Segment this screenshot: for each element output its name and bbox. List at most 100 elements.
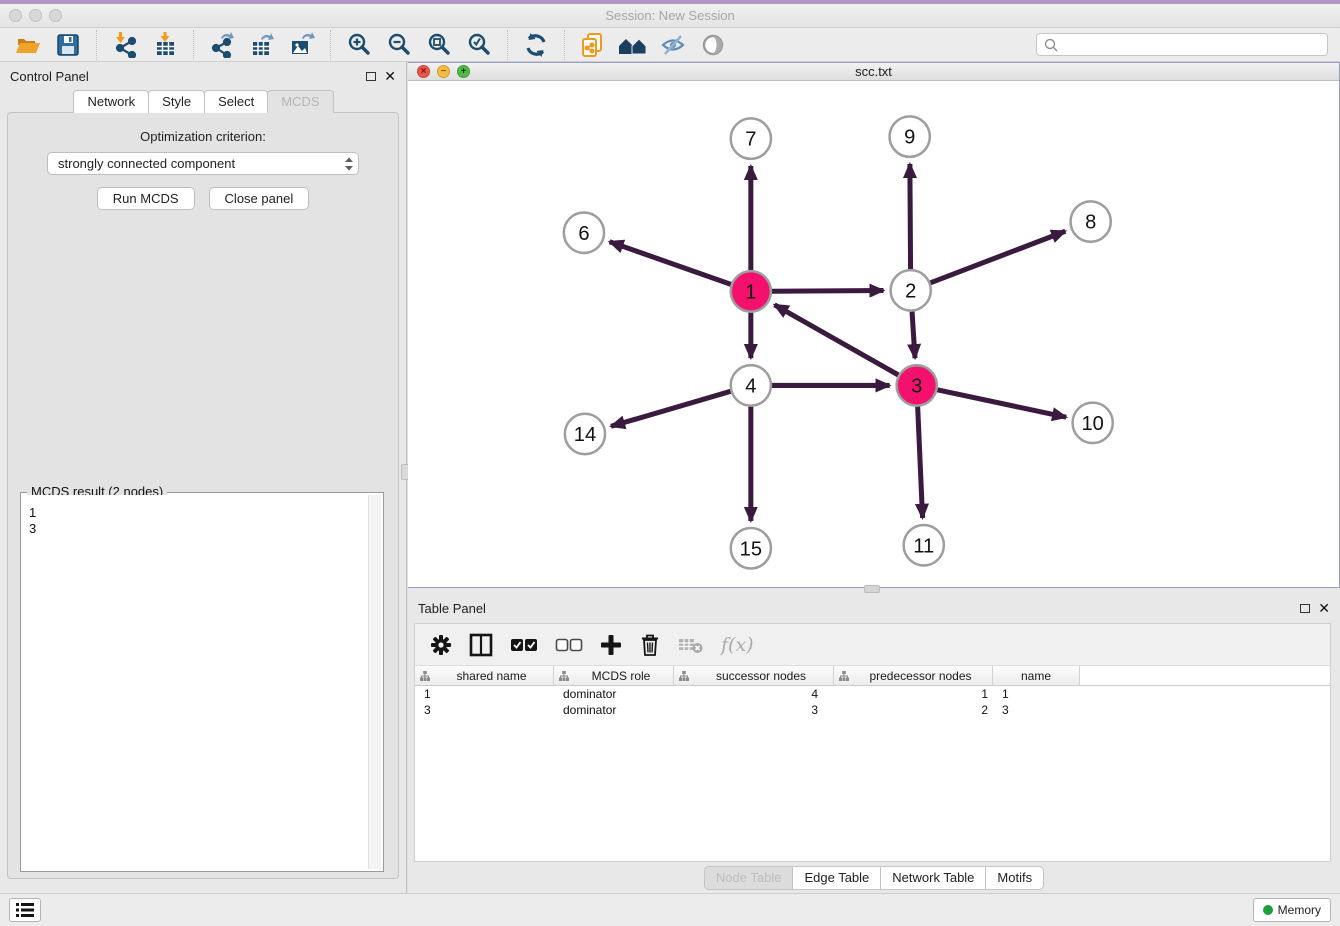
tab-motifs[interactable]: Motifs	[986, 866, 1044, 890]
table-row-2[interactable]: 3dominator323	[415, 702, 1330, 718]
tab-network[interactable]: Network	[73, 90, 149, 113]
mcds-tab-content: Optimization criterion: strongly connect…	[7, 112, 399, 879]
cell-MCDS-role[interactable]: dominator	[554, 686, 674, 702]
zoom-in-button[interactable]	[344, 30, 374, 60]
save-session-button[interactable]	[53, 30, 83, 60]
tab-style[interactable]: Style	[148, 90, 205, 113]
cell-shared-name[interactable]: 3	[415, 702, 554, 718]
close-control-panel-icon[interactable]: ✕	[384, 71, 396, 81]
select-all-columns-button[interactable]	[507, 630, 541, 660]
zoom-fit-button[interactable]	[424, 30, 454, 60]
graph-node-label-15: 15	[740, 539, 762, 561]
search-box	[1036, 33, 1328, 56]
float-table-panel-icon[interactable]	[1300, 604, 1310, 613]
network-window-titlebar[interactable]: × − + scc.txt	[408, 63, 1339, 81]
control-panel-title: Control Panel	[10, 69, 89, 84]
column-header-successor-nodes[interactable]: successor nodes	[674, 666, 834, 685]
graph-edge-4-14[interactable]	[611, 392, 731, 427]
table-settings-button[interactable]	[427, 630, 455, 660]
table-toolbar: f(x)	[415, 624, 1330, 666]
toolbar-separator	[507, 30, 508, 60]
zoom-out-icon	[386, 32, 412, 58]
zoom-selected-button[interactable]	[464, 30, 494, 60]
column-side-panel-button[interactable]	[466, 630, 496, 660]
table-row-1[interactable]: 1dominator411	[415, 686, 1330, 702]
graph-edge-3-1[interactable]	[774, 305, 898, 375]
column-header-MCDS-role[interactable]: MCDS role	[554, 666, 674, 685]
cell-successor-nodes[interactable]: 3	[674, 702, 834, 718]
cell-name[interactable]: 3	[993, 702, 1080, 718]
graph-edge-2-8[interactable]	[930, 232, 1065, 284]
graph-edge-2-3[interactable]	[912, 312, 915, 359]
graph-edge-2-9[interactable]	[910, 164, 911, 269]
add-column-button[interactable]	[597, 630, 625, 660]
optimization-criterion-label: Optimization criterion:	[14, 129, 392, 144]
control-panel-tabs: Network Style Select MCDS	[0, 90, 406, 113]
cell-successor-nodes[interactable]: 4	[674, 686, 834, 702]
apply-layout-button[interactable]	[521, 30, 551, 60]
hide-graphics-details-button[interactable]	[658, 30, 688, 60]
column-header-predecessor-nodes[interactable]: predecessor nodes	[834, 666, 993, 685]
show-graphics-details-button[interactable]	[698, 30, 728, 60]
cell-MCDS-role[interactable]: dominator	[554, 702, 674, 718]
delete-column-button[interactable]	[636, 630, 664, 660]
cell-shared-name[interactable]: 1	[415, 686, 554, 702]
result-scrollbar[interactable]	[368, 495, 381, 869]
export-network-icon	[209, 32, 235, 58]
search-input[interactable]	[1059, 34, 1327, 55]
export-network-button[interactable]	[207, 30, 237, 60]
memory-button[interactable]: Memory	[1253, 898, 1331, 922]
import-table-button[interactable]	[150, 30, 180, 60]
checked-boxes-icon	[510, 637, 538, 653]
tab-node-table[interactable]: Node Table	[704, 866, 794, 890]
delete-table-button[interactable]	[675, 630, 707, 660]
zoom-out-button[interactable]	[384, 30, 414, 60]
optimization-criterion-value: strongly connected component	[58, 156, 235, 171]
graph-edge-1-6[interactable]	[610, 242, 731, 285]
go-home-button[interactable]	[618, 30, 648, 60]
graph-node-label-14: 14	[574, 424, 596, 446]
optimization-criterion-select[interactable]: strongly connected component	[47, 152, 359, 175]
graph-edge-1-2[interactable]	[772, 291, 884, 292]
plus-icon	[600, 634, 622, 656]
zoom-selected-icon	[466, 32, 492, 58]
clone-network-button[interactable]	[578, 30, 608, 60]
column-header-shared-name[interactable]: shared name	[415, 666, 554, 685]
panel-selector-button[interactable]	[9, 898, 41, 922]
unchecked-boxes-icon	[555, 637, 583, 653]
mcds-result-output[interactable]: 1 3	[23, 495, 368, 869]
eye-slash-icon	[660, 32, 686, 58]
home-icon	[618, 32, 648, 58]
run-mcds-button[interactable]: Run MCDS	[97, 187, 195, 210]
column-header-name[interactable]: name	[993, 666, 1080, 685]
tab-select[interactable]: Select	[204, 90, 268, 113]
network-canvas[interactable]: 7968124314101511	[408, 81, 1339, 587]
column-header-label: shared name	[430, 669, 553, 683]
tab-mcds[interactable]: MCDS	[267, 90, 333, 113]
close-mcds-panel-button[interactable]: Close panel	[209, 187, 310, 210]
import-network-button[interactable]	[110, 30, 140, 60]
select-spinner-icon	[344, 156, 354, 172]
cell-predecessor-nodes[interactable]: 1	[834, 686, 993, 702]
network-graph[interactable]: 7968124314101511	[408, 81, 1339, 587]
toolbar-separator	[330, 30, 331, 60]
cell-name[interactable]: 1	[993, 686, 1080, 702]
graph-node-label-4: 4	[745, 376, 756, 398]
tab-edge-table[interactable]: Edge Table	[793, 866, 881, 890]
tab-network-table[interactable]: Network Table	[881, 866, 986, 890]
trash-icon	[639, 633, 661, 657]
open-session-button[interactable]	[13, 30, 43, 60]
export-table-button[interactable]	[247, 30, 277, 60]
close-table-panel-icon[interactable]: ✕	[1318, 603, 1330, 613]
window-title: Session: New Session	[0, 8, 1340, 23]
graph-node-label-7: 7	[745, 129, 756, 151]
table-split-handle-icon[interactable]	[864, 585, 880, 593]
function-builder-button[interactable]: f(x)	[718, 630, 757, 660]
graph-edge-3-10[interactable]	[937, 390, 1066, 417]
export-image-button[interactable]	[287, 30, 317, 60]
float-control-panel-icon[interactable]	[366, 72, 376, 81]
table-split-divider[interactable]	[408, 588, 1340, 594]
cell-predecessor-nodes[interactable]: 2	[834, 702, 993, 718]
deselect-all-columns-button[interactable]	[552, 630, 586, 660]
graph-edge-3-11[interactable]	[918, 407, 923, 518]
